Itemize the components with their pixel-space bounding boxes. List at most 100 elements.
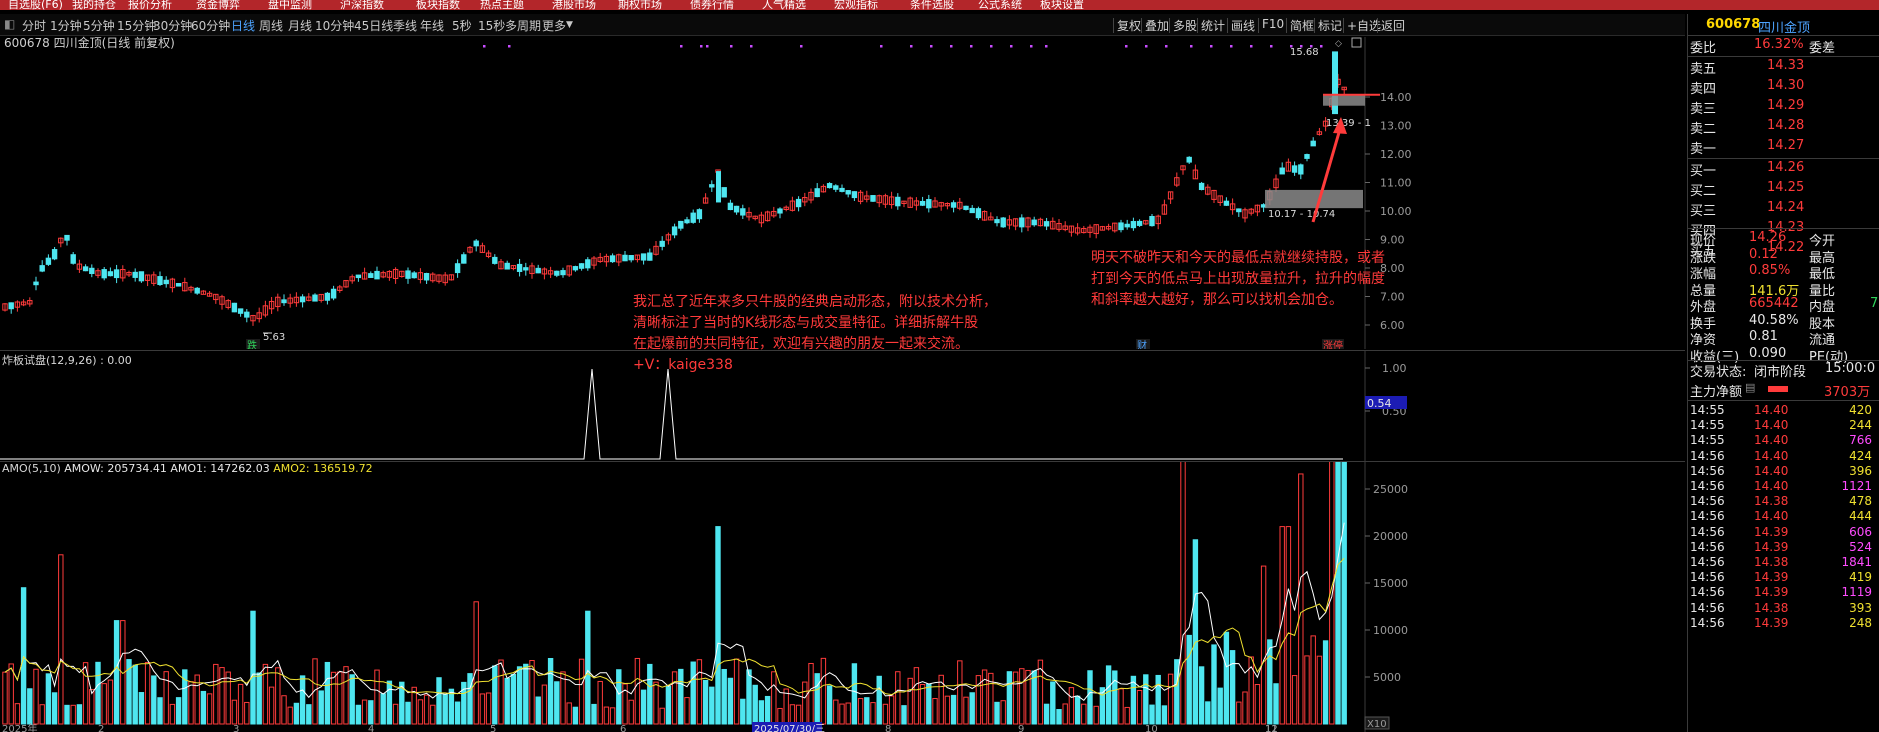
toolbar-button[interactable]: F10 [1262,17,1284,31]
toolbar-button[interactable]: 简框 [1290,17,1314,34]
top-menu-item[interactable]: 我的持仓 [72,0,116,10]
period-tab[interactable]: 5分钟 [83,17,115,34]
toolbar-button[interactable]: 复权 [1117,17,1141,34]
candle-body [423,273,430,281]
tick-price: 14.38 [1754,600,1789,615]
candle-body [516,263,523,272]
volume-bar [826,685,833,725]
x-axis-label: 3 [233,724,239,732]
toolbar-button[interactable]: +自选 [1347,17,1381,34]
period-tab[interactable]: 分时 [22,17,46,34]
period-tab[interactable]: 5秒 [452,17,472,34]
volume-bar [926,683,932,725]
toolbar-button[interactable]: 统计 [1201,17,1225,34]
buy-price: 14.26 [1767,160,1805,175]
top-menu-item[interactable]: 板块指数 [416,0,460,10]
top-menu-item[interactable]: 宏观指标 [834,0,878,10]
volume-bar [802,681,808,725]
period-tab[interactable]: 1分钟 [50,17,82,34]
signal-dot [1270,45,1273,48]
top-menu-item[interactable]: 自选股(F6) [8,0,63,10]
candle-body [647,252,653,261]
price-axis-label: 13.00 [1380,120,1412,133]
toolbar-button[interactable]: 叠加 [1145,17,1169,34]
top-menu-item[interactable]: 资金博弈 [196,0,240,10]
top-menu-item[interactable]: 港股市场 [552,0,596,10]
top-menu-item[interactable]: 热点主题 [480,0,524,10]
top-menu-item[interactable]: 人气精选 [762,0,806,10]
list-icon[interactable]: ▤ [1745,381,1755,394]
volume-bar [554,681,560,725]
volume-bar [628,699,634,725]
annotation-line: 清晰标注了当时的K线形态与成交量特征。详细拆解牛股 [633,315,979,331]
volume-bar [709,686,715,725]
period-tab[interactable]: 更多 [542,17,566,34]
indicator-axis-label: 1.00 [1382,362,1407,375]
volume-bar [1211,644,1217,725]
volume-bar [1285,526,1292,725]
top-menu-item[interactable]: 报价分析 [128,0,172,10]
trade-status-value: 闭市阶段 [1754,365,1807,380]
top-menu-item[interactable]: 沪深指数 [340,0,384,10]
period-tab[interactable]: 15分钟 [117,17,156,34]
volume-bar [746,669,752,725]
amo-panel[interactable]: AMO(5,10) AMOW: 205734.41 AMO1: 147262.0… [0,462,1685,732]
period-tab[interactable]: 月线 [288,17,312,34]
period-tab[interactable]: 周线 [259,17,283,34]
volume-bar [895,671,901,725]
volume-bar [213,663,219,725]
diamond-icon: ◇ [1335,39,1342,49]
divider [1688,400,1879,401]
period-tab[interactable]: 10分钟 [315,17,354,34]
volume-bar [888,695,895,725]
weibi-value: 16.32% [1754,37,1804,52]
panel-toggle-icon[interactable]: ◧ [4,17,15,31]
period-tab[interactable]: 季线 [393,17,417,34]
buy-level-label: 买二 [1690,184,1717,199]
volume-bar [907,677,913,725]
indicator-line [0,368,1343,460]
volume-bar [547,658,554,725]
period-tab[interactable]: 多周期 [505,17,541,34]
volume-bar [1304,655,1310,725]
toolbar-separator [1258,18,1259,33]
signal-dot [1210,45,1213,48]
tick-time: 14:56 [1690,615,1725,630]
candle-body [454,263,461,274]
zoom-label: X10 [1367,719,1387,730]
toolbar-button[interactable]: 多股 [1173,17,1197,34]
x-axis-label: 12 [1265,724,1278,732]
volume-bar [256,672,262,725]
volume-bar [764,695,771,725]
period-tab[interactable]: 15秒 [478,17,505,34]
candle-body [51,249,58,260]
signal-dot [800,45,803,48]
period-tab[interactable]: 日线 [231,17,255,34]
candle-body [554,270,560,276]
volume-bar [944,695,951,725]
candle-body [716,171,721,203]
toolbar-button[interactable]: 标记 [1318,17,1342,34]
volume-bar [151,675,157,725]
toolbar-button[interactable]: 返回 [1381,17,1405,34]
top-menu-item[interactable]: 债券行情 [690,0,734,10]
period-tab[interactable]: 45日线 [354,17,393,34]
candle-body [39,265,45,272]
top-menu-item[interactable]: 期权市场 [618,0,662,10]
top-menu-item[interactable]: 盘中监测 [268,0,312,10]
top-menu-item[interactable]: 公式系统 [978,0,1022,10]
x-axis-label: 10 [1145,724,1158,732]
volume-bar [1291,675,1298,725]
indicator-current-value: 0.54 [1367,397,1392,410]
period-tab[interactable]: 60分钟 [191,17,230,34]
candle-body [826,183,833,189]
chevron-down-icon[interactable]: ▼ [566,20,573,30]
volume-bar [51,692,58,725]
tick-volume: 766 [1849,433,1872,448]
period-tab[interactable]: 30分钟 [153,17,192,34]
top-menu-item[interactable]: 条件选股 [910,0,954,10]
top-menu-item[interactable]: 板块设置 [1040,0,1084,10]
toolbar-button[interactable]: 画线 [1231,17,1255,34]
period-tab[interactable]: 年线 [420,17,444,34]
volume-bar [1298,473,1304,725]
